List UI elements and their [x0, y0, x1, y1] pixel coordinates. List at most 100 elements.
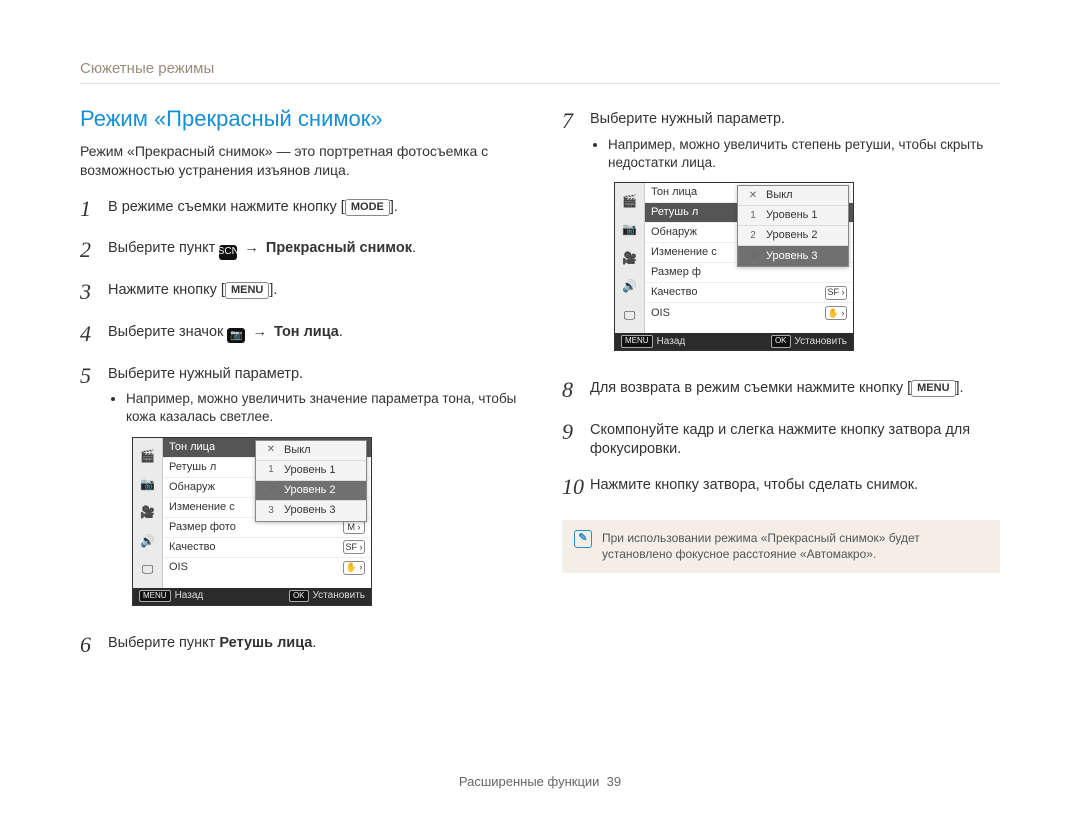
level-icon: 1 — [262, 463, 280, 477]
page-footer: Расширенные функции 39 — [0, 774, 1080, 789]
step-num: 4 — [80, 319, 108, 349]
step-text: ]. — [269, 282, 277, 298]
ok-badge: OK — [289, 590, 309, 603]
step-bold: Прекрасный снимок — [266, 240, 412, 256]
video-icon: 🎥 — [622, 250, 637, 266]
menu-item: Размер ф — [651, 265, 847, 280]
camera-icon: 📷 — [140, 476, 155, 492]
display-icon: 🖵 — [142, 561, 154, 577]
step-num: 3 — [80, 277, 108, 307]
lcd-footer: MENUНазад OKУстановить — [133, 588, 371, 605]
steps-right: 7 Выберите нужный параметр. Например, мо… — [562, 106, 1000, 502]
step-7: 7 Выберите нужный параметр. Например, мо… — [562, 106, 1000, 363]
value-badge: M › — [343, 520, 365, 534]
right-column: 7 Выберите нужный параметр. Например, мо… — [562, 106, 1000, 671]
lcd-screenshot-tone: 🎬 📷 🎥 🔊 🖵 Тон лица Ретушь л Обнаруж И — [132, 437, 372, 606]
step-text: Выберите пункт — [108, 635, 219, 651]
step-8: 8 Для возврата в режим съемки нажмите кн… — [562, 375, 1000, 405]
option: Уровень 2 — [766, 228, 818, 243]
sound-icon: 🔊 — [622, 278, 637, 294]
step-num: 2 — [80, 235, 108, 265]
menu-badge: MENU — [225, 282, 269, 299]
step-text: Для возврата в режим съемки нажмите кноп… — [590, 380, 911, 396]
step-9: 9 Скомпонуйте кадр и слегка нажмите кноп… — [562, 417, 1000, 460]
off-icon: ✕ — [744, 189, 762, 203]
menu-badge: MENU — [911, 380, 955, 397]
step-text: Скомпонуйте кадр и слегка нажмите кнопку… — [590, 422, 970, 458]
menu-badge: MENU — [139, 590, 171, 603]
menu-badge: MENU — [621, 335, 653, 348]
step-text: Выберите нужный параметр. — [108, 366, 303, 382]
step-5: 5 Выберите нужный параметр. Например, мо… — [80, 361, 518, 618]
menu-item: Качество — [169, 540, 343, 555]
note-box: ✎ При использовании режима «Прекрасный с… — [562, 520, 1000, 574]
menu-item: OIS — [651, 306, 825, 321]
lcd-footer: MENU Назад OK Установить — [615, 333, 853, 350]
value-badge: ✋ › — [343, 561, 365, 575]
scn-icon: 🎬 — [140, 448, 155, 464]
ok-badge: OK — [771, 335, 791, 348]
step-text: Выберите нужный параметр. — [590, 111, 785, 127]
scn-icon: SCN — [219, 245, 237, 260]
option: Уровень 3 — [766, 249, 818, 264]
step-10: 10 Нажмите кнопку затвора, чтобы сделать… — [562, 472, 1000, 502]
scn-icon: 🎬 — [622, 193, 637, 209]
step-text: В режиме съемки нажмите кнопку [ — [108, 199, 345, 215]
option: Уровень 1 — [284, 463, 336, 478]
step-bold: Ретушь лица — [219, 635, 312, 651]
display-icon: 🖵 — [624, 307, 636, 323]
step-num: 1 — [80, 194, 108, 224]
camera-icon: 📷 — [227, 328, 245, 343]
step-6: 6 Выберите пункт Ретушь лица. — [80, 630, 518, 660]
breadcrumb: Сюжетные режимы — [80, 60, 1000, 84]
menu-item: Качество — [651, 285, 825, 300]
step-num: 8 — [562, 375, 590, 405]
video-icon: 🎥 — [140, 504, 155, 520]
back-label: Назад — [657, 335, 686, 349]
footer-section: Расширенные функции — [459, 774, 600, 789]
level-icon: 3 — [744, 249, 762, 263]
step-text: ]. — [956, 380, 964, 396]
lcd-sidebar: 🎬 📷 🎥 🔊 🖵 — [615, 183, 645, 333]
step-text: Нажмите кнопку [ — [108, 282, 225, 298]
lcd-main: Тон лица Ретушь л Обнаруж Изменение с Ра… — [163, 438, 371, 588]
step-text: . — [312, 635, 316, 651]
step-1: 1 В режиме съемки нажмите кнопку [MODE]. — [80, 194, 518, 224]
option: Уровень 1 — [766, 208, 818, 223]
section-title: Режим «Прекрасный снимок» — [80, 106, 518, 132]
substep: Например, можно увеличить степень ретуши… — [608, 136, 1000, 172]
set-label: Установить — [795, 335, 848, 349]
option: Уровень 2 — [284, 483, 336, 498]
lcd-popup-retouch: ✕Выкл 1Уровень 1 2Уровень 2 3Уровень 3 — [737, 185, 849, 267]
step-num: 7 — [562, 106, 590, 136]
substep: Например, можно увеличить значение парам… — [126, 390, 518, 426]
step-text: . — [412, 240, 416, 256]
arrow-icon: → — [248, 324, 271, 340]
value-badge: SF › — [343, 540, 365, 554]
level-icon: 1 — [744, 209, 762, 223]
value-badge: SF › — [825, 286, 847, 300]
note-text: При использовании режима «Прекрасный сни… — [602, 530, 988, 564]
step-num: 6 — [80, 630, 108, 660]
step-text: Выберите пункт — [108, 240, 219, 256]
step-num: 9 — [562, 417, 590, 447]
sound-icon: 🔊 — [140, 533, 155, 549]
left-column: Режим «Прекрасный снимок» Режим «Прекрас… — [80, 106, 518, 671]
step-bold: Тон лица — [274, 324, 339, 340]
option: Уровень 3 — [284, 503, 336, 518]
option: Выкл — [766, 188, 793, 203]
footer-page: 39 — [607, 774, 621, 789]
step-text: . — [339, 324, 343, 340]
camera-icon: 📷 — [622, 221, 637, 237]
lcd-popup-tone: ✕Выкл 1Уровень 1 2Уровень 2 3Уровень 3 — [255, 440, 367, 522]
set-label: Установить — [313, 589, 366, 603]
step-2: 2 Выберите пункт SCN → Прекрасный снимок… — [80, 235, 518, 265]
step-text: Нажмите кнопку затвора, чтобы сделать сн… — [590, 477, 918, 493]
step-num: 5 — [80, 361, 108, 391]
menu-item: Размер фото — [169, 520, 343, 535]
step-3: 3 Нажмите кнопку [MENU]. — [80, 277, 518, 307]
arrow-icon: → — [240, 240, 263, 256]
value-badge: ✋ › — [825, 306, 847, 320]
step-num: 10 — [562, 472, 590, 502]
intro-text: Режим «Прекрасный снимок» — это портретн… — [80, 142, 518, 180]
